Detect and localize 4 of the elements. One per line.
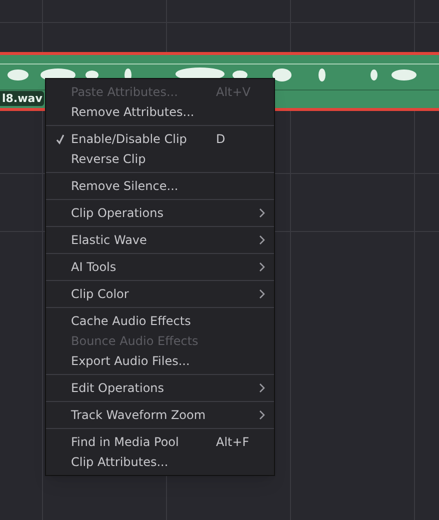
clip-name-label: l8.wav — [0, 91, 44, 106]
shortcut-label: Alt+V — [216, 84, 251, 101]
shortcut-label: Alt+F — [216, 434, 250, 451]
shortcut-label: D — [216, 131, 226, 148]
